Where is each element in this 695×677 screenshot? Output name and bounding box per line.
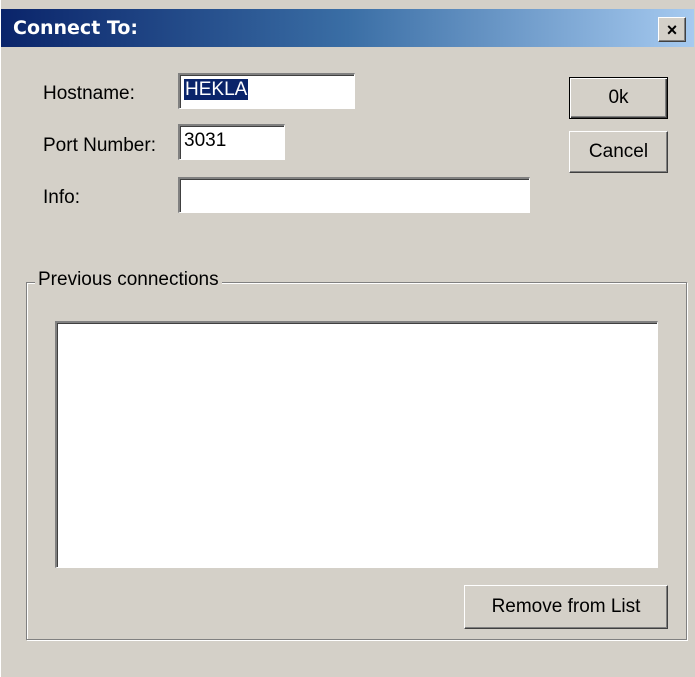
connect-dialog: Connect To: × Hostname: HEKLA Port Numbe… (0, 0, 695, 677)
dialog-title: Connect To: (13, 17, 138, 39)
hostname-label: Hostname: (43, 83, 135, 104)
remove-from-list-button[interactable]: Remove from List (464, 585, 668, 629)
hostname-input[interactable]: HEKLA (178, 73, 355, 109)
previous-connections-legend: Previous connections (35, 269, 222, 291)
close-icon: × (666, 19, 678, 40)
info-label: Info: (43, 187, 80, 208)
title-bar[interactable]: Connect To: × (1, 9, 694, 47)
port-number-value: 3031 (184, 130, 227, 151)
port-number-input[interactable]: 3031 (178, 124, 285, 160)
info-input[interactable] (178, 177, 530, 213)
cancel-button[interactable]: Cancel (569, 131, 668, 173)
ok-button[interactable]: 0k (569, 77, 668, 119)
close-button[interactable]: × (658, 17, 686, 42)
hostname-value: HEKLA (184, 79, 249, 100)
previous-connections-list[interactable] (55, 321, 658, 568)
port-number-label: Port Number: (43, 135, 156, 156)
